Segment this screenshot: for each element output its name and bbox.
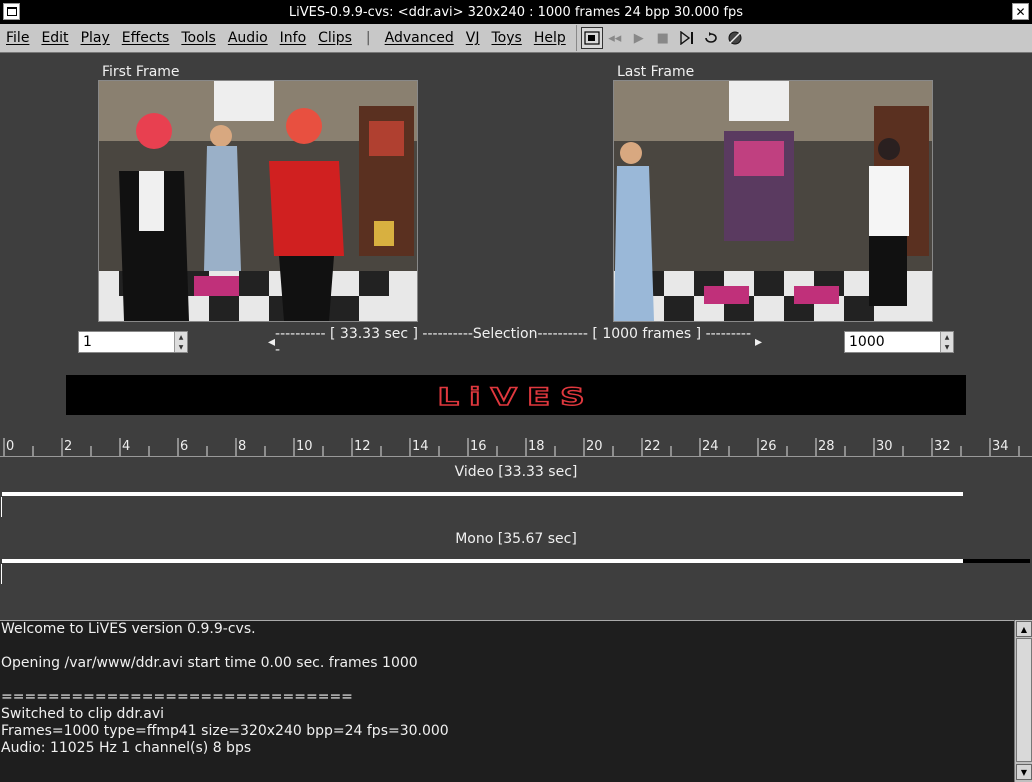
video-cursor [1,497,2,517]
ruler-tick-label: 28 [818,439,835,454]
arrow-left-icon: ◂ [268,334,276,350]
audio-track-label: Mono [35.67 sec] [455,531,577,547]
ruler-scale: 0 2 4 6 8 10 12 14 16 18 20 22 24 26 28 30 32 34 [3,438,1020,456]
selection-info: ◂ ---------- [ 33.33 sec ] ----------Sel… [268,326,762,358]
menu-edit[interactable]: Edit [35,30,74,46]
menu-file[interactable]: File [0,30,35,46]
console-line: Switched to clip ddr.avi [1,706,165,722]
rewind-icon[interactable]: ◂◂ [603,27,627,49]
lives-logo: LiVES [66,375,966,415]
ruler-tick-label: 24 [702,439,719,454]
play-icon[interactable]: ▶ [627,27,651,49]
menu-toys[interactable]: Toys [486,30,528,46]
ruler-tick-label: 0 [6,439,14,454]
video-track-label: Video [33.33 sec] [454,464,578,480]
start-frame-value[interactable]: 1 [79,334,174,350]
console-line: ============================== [1,689,353,705]
ruler-tick-label: 22 [644,439,661,454]
end-frame-spinbutton[interactable]: 1000 ▲ ▼ [844,331,954,353]
ruler-tick-label: 6 [180,439,188,454]
ruler-tick-label: 4 [122,439,130,454]
playback-toolbar: ◂◂ ▶ ■ [575,25,747,51]
stop-icon[interactable]: ■ [651,27,675,49]
audio-track-bar[interactable] [2,559,963,563]
window-close-button[interactable]: ✕ [1012,3,1029,20]
menu-help[interactable]: Help [528,30,572,46]
ruler-tick-label: 12 [354,439,371,454]
start-frame-arrows[interactable]: ▲ ▼ [174,332,187,352]
end-frame-value[interactable]: 1000 [845,334,940,350]
console-scrollbar[interactable]: ▲ ▼ [1014,620,1032,782]
spin-up-icon[interactable]: ▲ [941,332,953,342]
menu-tools[interactable]: Tools [175,30,222,46]
scroll-up-icon[interactable]: ▲ [1016,621,1032,637]
close-icon: ✕ [1015,4,1026,19]
window-titlebar: LiVES-0.9.9-cvs: <ddr.avi> 320x240 : 100… [0,0,1032,24]
ruler-tick-label: 32 [934,439,951,454]
timeline-ruler[interactable]: 0 2 4 6 8 10 12 14 16 18 20 22 24 26 28 30 32 34 [0,436,1032,457]
ruler-tick-label: 34 [992,439,1009,454]
audio-track-overflow [963,559,1030,563]
menu-separator: | [365,30,371,46]
message-console[interactable]: Welcome to LiVES version 0.9.9-cvs. Open… [0,620,1016,782]
spin-down-icon[interactable]: ▼ [175,342,187,352]
scrollbar-thumb[interactable] [1016,638,1032,762]
console-line: Audio: 11025 Hz 1 channel(s) 8 bps [1,740,252,756]
last-frame-preview [613,80,933,322]
last-frame-label: Last Frame [617,64,695,80]
audio-cursor [1,564,2,584]
video-track-bar[interactable] [2,492,963,496]
console-line: Welcome to LiVES version 0.9.9-cvs. [1,621,256,637]
end-frame-arrows[interactable]: ▲ ▼ [940,332,953,352]
logo-text: LiVES [437,383,594,411]
menubar: File Edit Play Effects Tools Audio Info … [0,24,1032,53]
start-frame-spinbutton[interactable]: 1 ▲ ▼ [78,331,188,353]
sepwin-icon[interactable] [580,27,603,49]
menu-info[interactable]: Info [274,30,313,46]
window-title: LiVES-0.9.9-cvs: <ddr.avi> 320x240 : 100… [288,4,744,20]
ruler-tick-label: 20 [586,439,603,454]
ruler-tick-label: 26 [760,439,777,454]
loop-icon[interactable] [699,27,723,49]
arrow-right-icon: ▸ [754,334,762,350]
spin-down-icon[interactable]: ▼ [941,342,953,352]
first-frame-label: First Frame [102,64,180,80]
ruler-tick-label: 8 [238,439,246,454]
menu-advanced[interactable]: Advanced [379,30,460,46]
spin-up-icon[interactable]: ▲ [175,332,187,342]
console-line: Opening /var/www/ddr.avi start time 0.00… [1,655,418,671]
window-menu-button[interactable] [3,3,20,20]
ruler-tick-label: 18 [528,439,545,454]
play-selection-icon[interactable] [675,27,699,49]
window-icon [6,7,17,16]
menu-effects[interactable]: Effects [116,30,176,46]
ruler-tick-label: 16 [470,439,487,454]
selection-text: ---------- [ 33.33 sec ] ----------Selec… [275,326,752,358]
ruler-tick-label: 2 [64,439,72,454]
menu-audio[interactable]: Audio [222,30,274,46]
menu-clips[interactable]: Clips [312,30,358,46]
menu-play[interactable]: Play [75,30,116,46]
first-frame-preview [98,80,418,322]
menu-vj[interactable]: VJ [460,30,486,46]
ruler-tick-label: 10 [296,439,313,454]
scroll-down-icon[interactable]: ▼ [1016,764,1032,780]
mute-icon[interactable] [723,27,747,49]
ruler-tick-label: 14 [412,439,429,454]
ruler-tick-label: 30 [876,439,893,454]
console-line: Frames=1000 type=ffmp41 size=320x240 bpp… [1,723,449,739]
